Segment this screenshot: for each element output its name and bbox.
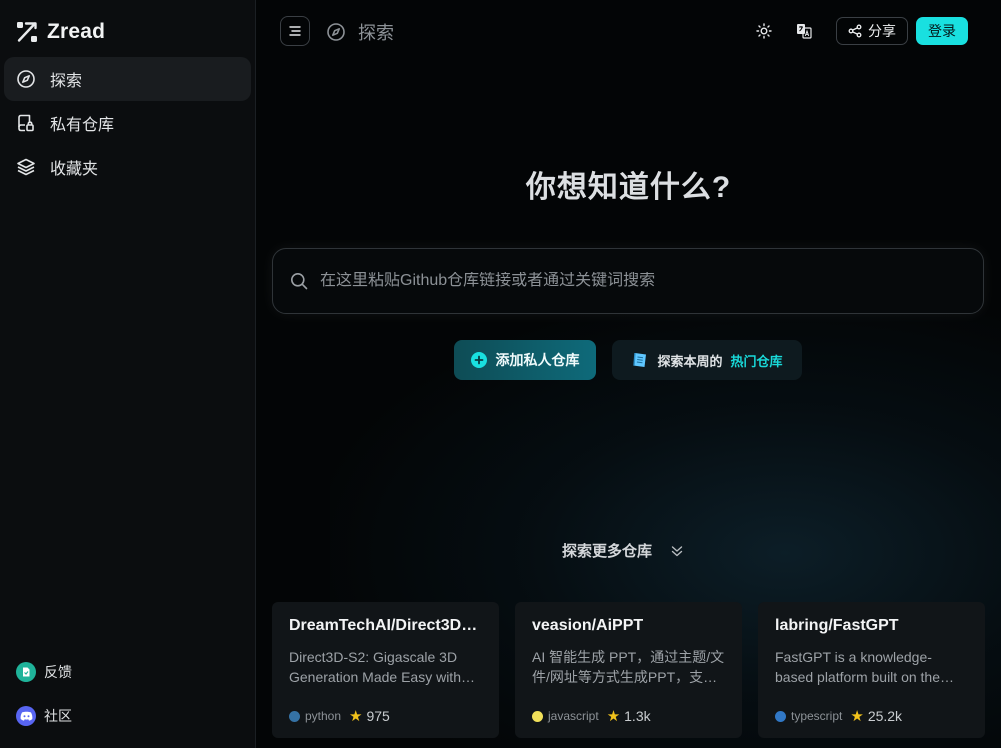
explore-more-toggle[interactable]: 探索更多仓库 bbox=[562, 540, 684, 561]
zread-logo-icon bbox=[17, 22, 37, 42]
repo-name: labring/FastGPT bbox=[775, 617, 899, 634]
share-icon bbox=[848, 24, 862, 38]
explore-trending-prefix: 探索本周的 bbox=[657, 353, 723, 369]
search-box bbox=[272, 248, 984, 314]
community-link[interactable]: 社区 bbox=[16, 706, 72, 726]
repo-stars: 1.3k bbox=[624, 708, 651, 724]
sidebar-toggle-button[interactable] bbox=[280, 16, 310, 46]
language-dot-icon bbox=[532, 710, 543, 722]
search-input[interactable] bbox=[320, 272, 983, 290]
repo-meta: typescript ★ 25.2k bbox=[775, 708, 902, 724]
repo-meta: javascript ★ 1.3k bbox=[532, 708, 651, 724]
language-toggle-button[interactable] bbox=[788, 17, 820, 45]
chevrons-down-icon bbox=[671, 545, 683, 556]
theme-toggle-button[interactable] bbox=[748, 17, 780, 45]
sidebar: Zread 探索 私有仓库 收藏夹 反馈 社区 bbox=[0, 0, 256, 748]
sidebar-item-label: 私有仓库 bbox=[50, 117, 115, 134]
add-private-repo-label: 添加私人仓库 bbox=[495, 352, 580, 368]
repo-description: FastGPT is a knowledge-based platform bu… bbox=[775, 649, 940, 685]
sidebar-item-explore[interactable]: 探索 bbox=[4, 57, 251, 101]
repo-language: typescript bbox=[791, 709, 843, 723]
star-icon: ★ bbox=[349, 707, 363, 725]
feedback-icon bbox=[16, 662, 36, 682]
repo-description: AI 智能生成 PPT，通过主题/文件/网址等方式生成PPT，支持原生图表、动画 bbox=[532, 649, 725, 685]
share-label: 分享 bbox=[868, 23, 896, 39]
repo-card[interactable]: labring/FastGPT FastGPT is a knowledge-b… bbox=[758, 602, 985, 738]
repo-language: python bbox=[305, 709, 342, 723]
sidebar-nav: 探索 私有仓库 收藏夹 bbox=[4, 57, 251, 189]
repo-language: javascript bbox=[548, 709, 599, 723]
community-link-wrap: 社区 bbox=[16, 706, 72, 726]
sidebar-item-private-repos[interactable]: 私有仓库 bbox=[4, 101, 251, 145]
breadcrumb: 探索 bbox=[326, 19, 394, 45]
plus-circle-icon bbox=[470, 352, 487, 368]
breadcrumb-label: 探索 bbox=[358, 23, 394, 43]
translate-icon bbox=[797, 24, 812, 39]
brand-name: Zread bbox=[47, 20, 106, 43]
sidebar-item-favorites[interactable]: 收藏夹 bbox=[4, 145, 251, 189]
feedback-link[interactable]: 反馈 bbox=[16, 662, 72, 682]
repo-stars: 975 bbox=[366, 708, 390, 724]
sun-icon bbox=[756, 23, 772, 39]
sidebar-item-label: 收藏夹 bbox=[50, 161, 99, 178]
book-icon bbox=[633, 352, 647, 367]
repo-stars: 25.2k bbox=[867, 708, 903, 724]
sidebar-item-label: 探索 bbox=[50, 73, 83, 90]
explore-trending-highlight: 热门仓库 bbox=[730, 353, 783, 369]
repo-card-list: DreamTechAI/Direct3D-S2 Direct3D-S2: Gig… bbox=[272, 602, 985, 738]
star-icon: ★ bbox=[850, 707, 864, 725]
community-label: 社区 bbox=[44, 708, 72, 724]
repo-card[interactable]: veasion/AiPPT AI 智能生成 PPT，通过主题/文件/网址等方式生… bbox=[515, 602, 742, 738]
feedback-link-wrap: 反馈 bbox=[16, 662, 72, 682]
explore-more-label: 探索更多仓库 bbox=[562, 543, 653, 560]
compass-icon bbox=[327, 23, 345, 41]
app-window: Zread 探索 私有仓库 收藏夹 反馈 社区 探索 分享 登录 你想知道什么?… bbox=[0, 0, 1001, 748]
share-button[interactable]: 分享 bbox=[836, 17, 908, 45]
login-button[interactable]: 登录 bbox=[916, 17, 968, 45]
language-dot-icon bbox=[289, 710, 300, 722]
private-repo-icon bbox=[18, 114, 34, 132]
hero-actions: 添加私人仓库 探索本周的 热门仓库 bbox=[454, 340, 802, 380]
repo-card[interactable]: DreamTechAI/Direct3D-S2 Direct3D-S2: Gig… bbox=[272, 602, 499, 738]
repo-name: veasion/AiPPT bbox=[532, 617, 644, 634]
header-actions: 分享 登录 bbox=[748, 17, 968, 45]
layers-icon bbox=[17, 158, 35, 176]
menu-icon bbox=[289, 26, 301, 36]
brand-logo[interactable]: Zread bbox=[16, 20, 105, 44]
repo-meta: python ★ 975 bbox=[289, 708, 390, 724]
compass-icon bbox=[17, 70, 35, 88]
repo-description: Direct3D-S2: Gigascale 3D Generation Mad… bbox=[289, 649, 461, 685]
feedback-label: 反馈 bbox=[44, 664, 72, 680]
hero-title: 你想知道什么? bbox=[525, 171, 732, 204]
language-dot-icon bbox=[775, 710, 786, 722]
add-private-repo-button[interactable]: 添加私人仓库 bbox=[454, 340, 596, 380]
search-icon bbox=[291, 273, 308, 290]
star-icon: ★ bbox=[606, 707, 621, 725]
repo-name: DreamTechAI/Direct3D-S2 bbox=[289, 617, 482, 634]
discord-icon bbox=[16, 706, 36, 726]
explore-trending-button[interactable]: 探索本周的 热门仓库 bbox=[612, 340, 802, 380]
